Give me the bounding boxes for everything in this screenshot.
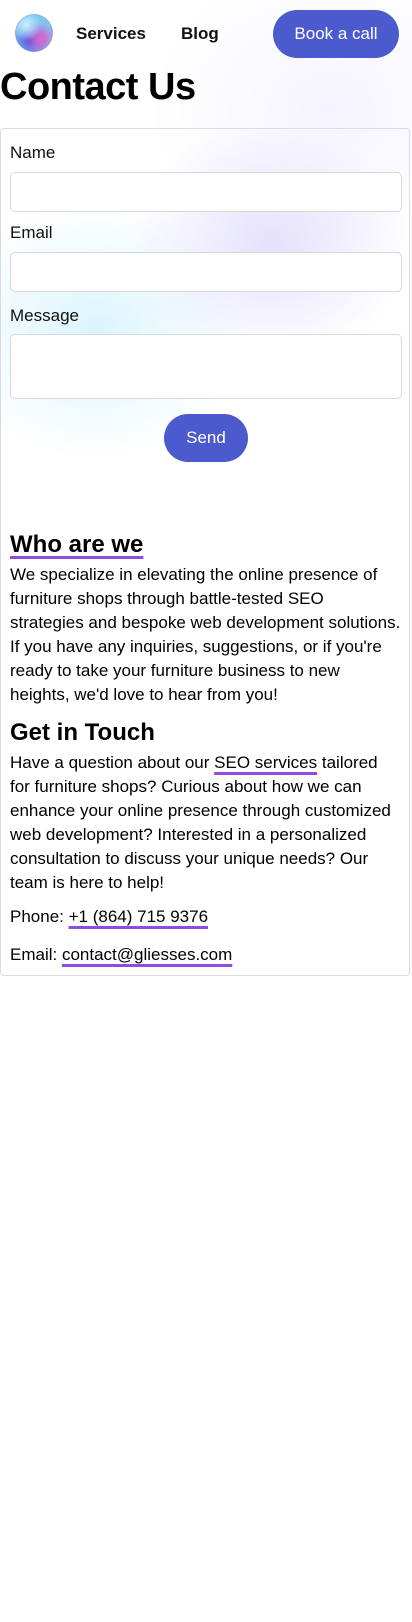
contact-heading: Get in Touch (10, 719, 155, 746)
about-paragraph: We specialize in elevating the online pr… (10, 565, 401, 704)
logo-icon[interactable] (15, 14, 53, 52)
page-title: Contact Us (0, 66, 196, 108)
send-button[interactable]: Send (164, 414, 248, 462)
phone-line: Phone: +1 (864) 715 9376 (10, 905, 402, 929)
phone-link[interactable]: +1 (864) 715 9376 (69, 907, 208, 926)
phone-label: Phone: (10, 907, 69, 926)
contact-card: Name Email Message Send Who are we We sp… (0, 128, 410, 976)
email-label-text: Email: (10, 945, 62, 964)
seo-services-link[interactable]: SEO services (214, 753, 317, 772)
message-field[interactable] (10, 334, 402, 399)
contact-paragraph: Have a question about our SEO services t… (10, 751, 402, 895)
name-field[interactable] (10, 172, 402, 212)
name-label: Name (10, 143, 56, 162)
email-line: Email: contact@gliesses.com (10, 943, 402, 967)
email-field[interactable] (10, 252, 402, 292)
nav-link-services[interactable]: Services (76, 24, 146, 44)
email-link[interactable]: contact@gliesses.com (62, 945, 232, 964)
about-heading: Who are we (10, 531, 144, 558)
contact-text-before: Have a question about our (10, 753, 215, 772)
book-a-call-button[interactable]: Book a call (273, 10, 399, 58)
nav-link-blog[interactable]: Blog (181, 24, 219, 44)
navbar: Services Blog Book a call (0, 8, 412, 60)
contact-text-after: tailored for furniture shops? Curious ab… (10, 753, 391, 892)
message-label: Message (10, 306, 79, 325)
email-label: Email (10, 223, 53, 242)
